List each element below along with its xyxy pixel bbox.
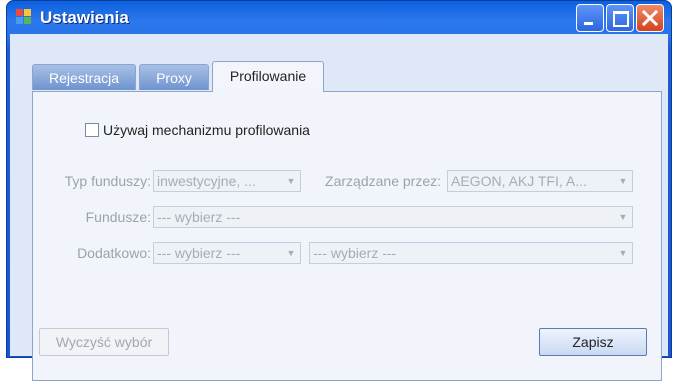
minimize-button[interactable]	[576, 4, 604, 32]
tab-profilowanie[interactable]: Profilowanie	[212, 61, 324, 92]
profiling-panel: Używaj mechanizmu profilowania Typ fundu…	[32, 91, 662, 381]
funds-select[interactable]: --- wybierz --- ▼	[153, 206, 633, 228]
close-icon	[641, 9, 659, 27]
tab-proxy[interactable]: Proxy	[139, 64, 209, 90]
title-bar[interactable]: Ustawienia	[6, 0, 672, 34]
save-button[interactable]: Zapisz	[539, 328, 647, 356]
managed-by-select[interactable]: AEGON, AKJ TFI, A... ▼	[447, 170, 633, 192]
chevron-down-icon: ▼	[286, 248, 296, 258]
additional-select-1[interactable]: --- wybierz --- ▼	[153, 242, 301, 264]
maximize-button[interactable]	[606, 4, 634, 32]
profiling-checkbox[interactable]	[85, 123, 99, 137]
fund-type-select[interactable]: inwestycyjne, ... ▼	[153, 170, 301, 192]
chevron-down-icon: ▼	[286, 176, 296, 186]
tab-rejestracja[interactable]: Rejestracja	[32, 64, 136, 90]
additional-value-1: --- wybierz ---	[157, 245, 241, 261]
fund-type-label: Typ funduszy:	[64, 173, 151, 189]
managed-by-value: AEGON, AKJ TFI, A...	[451, 173, 587, 189]
chevron-down-icon: ▼	[618, 212, 628, 222]
chevron-down-icon: ▼	[618, 248, 628, 258]
app-window-icon	[16, 9, 32, 25]
managed-by-label: Zarządzane przez:	[325, 173, 441, 189]
additional-select-2[interactable]: --- wybierz --- ▼	[309, 242, 633, 264]
window-title: Ustawienia	[40, 8, 129, 27]
chevron-down-icon: ▼	[618, 176, 628, 186]
clear-selection-button[interactable]: Wyczyść wybór	[39, 328, 169, 356]
funds-label: Fundusze:	[85, 209, 151, 225]
fund-type-value: inwestycyjne, ...	[157, 173, 256, 189]
client-area: Rejestracja Proxy Profilowanie Używaj me…	[10, 34, 668, 381]
additional-value-2: --- wybierz ---	[313, 245, 397, 261]
settings-window: Ustawienia Rejestracja Proxy Profilowani…	[6, 0, 672, 381]
profiling-checkbox-label[interactable]: Używaj mechanizmu profilowania	[103, 122, 310, 138]
funds-value: --- wybierz ---	[157, 209, 241, 225]
close-button[interactable]	[636, 4, 664, 32]
additional-label: Dodatkowo:	[77, 245, 151, 261]
